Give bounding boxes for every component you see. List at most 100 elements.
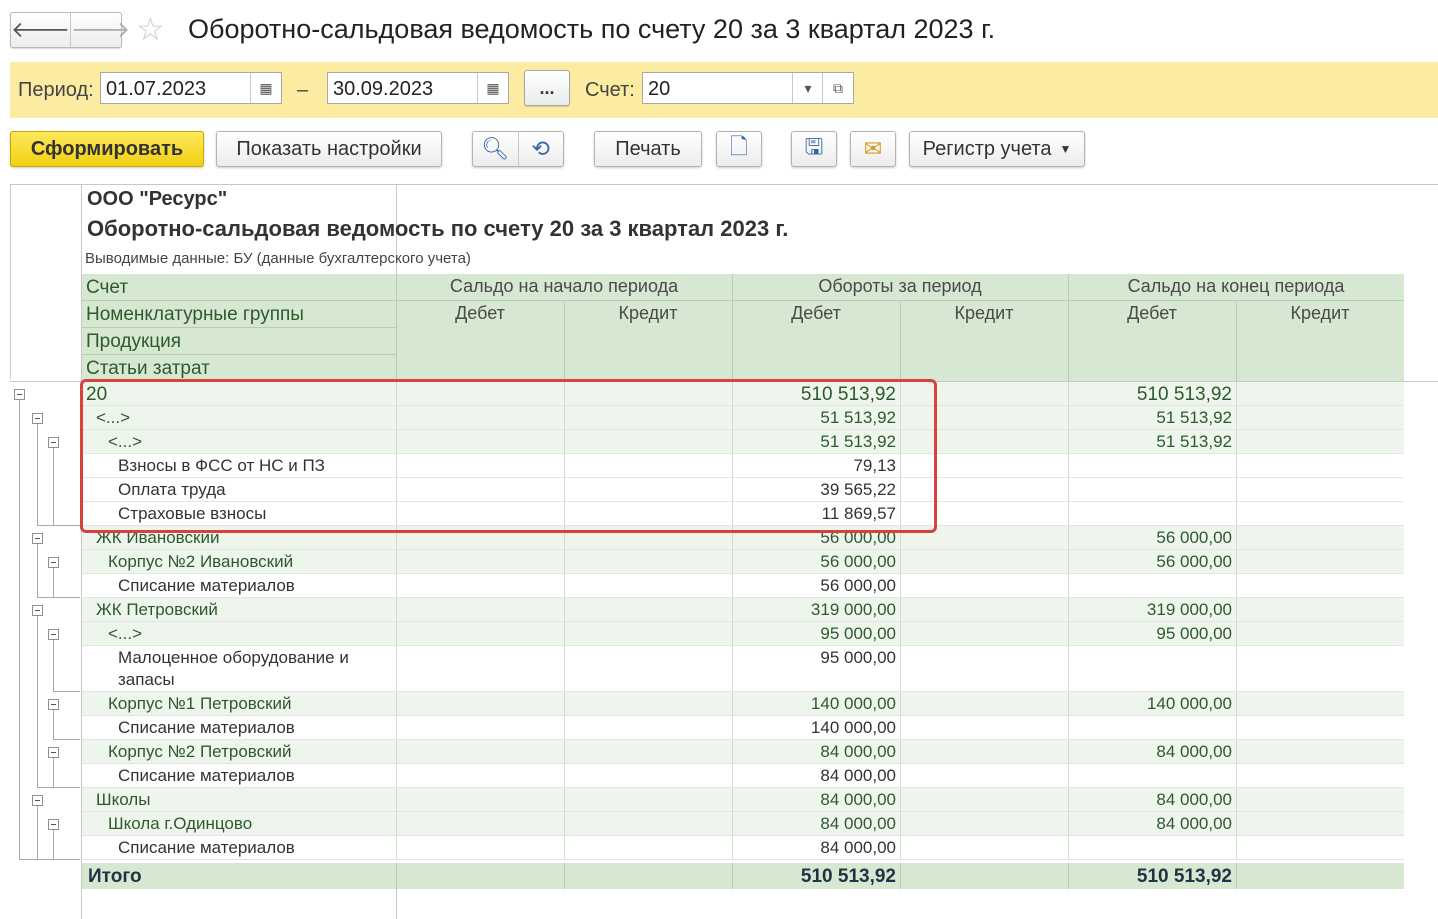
closing-debit-cell: 84 000,00 bbox=[1156, 790, 1232, 809]
collapse-toggle-icon[interactable] bbox=[48, 437, 59, 448]
collapse-toggle-icon[interactable] bbox=[14, 389, 25, 400]
table-row[interactable]: Списание материалов 84 000,00 bbox=[82, 836, 1404, 860]
header-credit: Кредит bbox=[1290, 303, 1350, 323]
table-row[interactable]: Корпус №2 Петровский 84 000,00 84 000,00 bbox=[82, 740, 1404, 764]
account-label: Счет: bbox=[585, 79, 635, 101]
table-row[interactable]: Школа г.Одинцово 84 000,00 84 000,00 bbox=[82, 812, 1404, 836]
collapse-toggle-icon[interactable] bbox=[48, 819, 59, 830]
table-row[interactable]: ЖК Петровский 319 000,00 319 000,00 bbox=[82, 598, 1404, 622]
turnover-debit-cell: 95 000,00 bbox=[820, 648, 896, 667]
date-to-value: 30.09.2023 bbox=[333, 78, 434, 100]
row-name: Списание материалов bbox=[118, 838, 295, 857]
account-field[interactable]: 20 ▾ ⧉ bbox=[642, 72, 854, 104]
table-row[interactable]: <...> 95 000,00 95 000,00 bbox=[82, 622, 1404, 646]
report-area: ООО "Ресурс" Оборотно-сальдовая ведомост… bbox=[10, 184, 1438, 919]
arrow-right-icon: 🡒 bbox=[71, 17, 130, 42]
open-icon[interactable]: ⧉ bbox=[822, 73, 853, 103]
closing-debit-cell: 510 513,92 bbox=[1136, 384, 1232, 405]
show-settings-button[interactable]: Показать настройки bbox=[216, 131, 442, 167]
turnover-debit-cell: 95 000,00 bbox=[820, 624, 896, 643]
row-name-continued: запасы bbox=[118, 670, 175, 689]
table-header: Счет Номенклатурные группы Продукция Ста… bbox=[82, 274, 1404, 381]
row-name: <...> bbox=[108, 624, 143, 643]
generate-button[interactable]: Сформировать bbox=[10, 131, 204, 167]
header-account: Счет bbox=[86, 277, 129, 298]
total-row: Итого 510 513,92 510 513,92 bbox=[82, 863, 1404, 889]
table-row[interactable]: Корпус №1 Петровский 140 000,00 140 000,00 bbox=[82, 692, 1404, 716]
collapse-toggle-icon[interactable] bbox=[32, 795, 43, 806]
favorite-star-icon[interactable]: ☆ bbox=[136, 12, 165, 46]
register-label: Регистр учета bbox=[922, 137, 1052, 160]
calendar-icon[interactable]: ▦ bbox=[250, 73, 281, 103]
search-icon[interactable]: 🔍︎ bbox=[473, 132, 518, 166]
date-from-value: 01.07.2023 bbox=[106, 78, 207, 100]
table-row[interactable]: Школы 84 000,00 84 000,00 bbox=[82, 788, 1404, 812]
row-name: Списание материалов bbox=[118, 766, 295, 785]
table-row[interactable]: Малоценное оборудование и запасы 95 000,00 bbox=[82, 646, 1404, 692]
table-row[interactable]: Корпус №2 Ивановский 56 000,00 56 000,00 bbox=[82, 550, 1404, 574]
header-product: Продукция bbox=[86, 331, 182, 352]
collapse-toggle-icon[interactable] bbox=[48, 699, 59, 710]
row-name: Корпус №1 Петровский bbox=[108, 694, 292, 713]
collapse-toggle-icon[interactable] bbox=[32, 605, 43, 616]
collapse-toggle-icon[interactable] bbox=[48, 557, 59, 568]
period-select-button[interactable]: ... bbox=[524, 70, 570, 106]
back-button[interactable]: 🡐 bbox=[11, 13, 70, 47]
turnover-debit-cell: 140 000,00 bbox=[810, 694, 896, 713]
collapse-toggle-icon[interactable] bbox=[48, 629, 59, 640]
calendar-icon[interactable]: ▦ bbox=[477, 73, 508, 103]
header-turnover: Обороты за период bbox=[818, 276, 982, 296]
date-from-field[interactable]: 01.07.2023 ▦ bbox=[100, 72, 282, 104]
save-icon[interactable]: 🖫 bbox=[791, 131, 837, 167]
header-debit: Дебет bbox=[455, 303, 505, 323]
collapse-toggle-icon[interactable] bbox=[32, 533, 43, 544]
table-row[interactable]: Списание материалов 84 000,00 bbox=[82, 764, 1404, 788]
highlight-frame bbox=[80, 379, 937, 533]
total-closing-debit: 510 513,92 bbox=[1136, 866, 1232, 887]
row-name: Списание материалов bbox=[118, 718, 295, 737]
total-label: Итого bbox=[88, 866, 142, 887]
turnover-debit-cell: 319 000,00 bbox=[810, 600, 896, 619]
header-cost-items: Статьи затрат bbox=[86, 358, 210, 379]
chevron-down-icon[interactable]: ▾ bbox=[792, 73, 823, 103]
turnover-debit-cell: 84 000,00 bbox=[820, 838, 896, 857]
email-icon[interactable]: ✉ bbox=[850, 131, 896, 167]
table-row[interactable]: Списание материалов 56 000,00 bbox=[82, 574, 1404, 598]
closing-debit-cell: 84 000,00 bbox=[1156, 742, 1232, 761]
period-label: Период: bbox=[18, 79, 94, 101]
title-bar: 🡐 🡒 ☆ Оборотно-сальдовая ведомость по сч… bbox=[0, 0, 1438, 60]
header-opening-balance: Сальдо на начало периода bbox=[449, 276, 679, 296]
row-name: ЖК Петровский bbox=[96, 600, 218, 619]
closing-debit-cell: 51 513,92 bbox=[1156, 408, 1232, 427]
header-closing-balance: Сальдо на конец периода bbox=[1127, 276, 1345, 296]
row-name: Малоценное оборудование и bbox=[118, 648, 349, 667]
header-debit: Дебет bbox=[791, 303, 841, 323]
closing-debit-cell: 84 000,00 bbox=[1156, 814, 1232, 833]
turnover-debit-cell: 84 000,00 bbox=[820, 814, 896, 833]
print-button[interactable]: Печать bbox=[594, 131, 702, 167]
arrow-left-icon: 🡐 bbox=[11, 17, 70, 42]
search-reset-icon[interactable]: ⟲ bbox=[519, 132, 564, 166]
preview-icon[interactable]: 🗋 bbox=[716, 131, 762, 167]
collapse-toggle-icon[interactable] bbox=[48, 747, 59, 758]
row-name: Корпус №2 Петровский bbox=[108, 742, 292, 761]
date-to-field[interactable]: 30.09.2023 ▦ bbox=[327, 72, 509, 104]
header-credit: Кредит bbox=[954, 303, 1014, 323]
turnover-debit-cell: 84 000,00 bbox=[820, 790, 896, 809]
collapse-toggle-icon[interactable] bbox=[32, 413, 43, 424]
page-title: Оборотно-сальдовая ведомость по счету 20… bbox=[188, 14, 996, 44]
header-credit: Кредит bbox=[618, 303, 678, 323]
closing-debit-cell: 56 000,00 bbox=[1156, 528, 1232, 547]
forward-button[interactable]: 🡒 bbox=[70, 13, 130, 47]
closing-debit-cell: 56 000,00 bbox=[1156, 552, 1232, 571]
turnover-debit-cell: 56 000,00 bbox=[820, 576, 896, 595]
register-dropdown[interactable]: Регистр учета ▼ bbox=[909, 131, 1085, 167]
table-row[interactable]: Списание материалов 140 000,00 bbox=[82, 716, 1404, 740]
period-dash: – bbox=[297, 79, 309, 101]
row-name: Корпус №2 Ивановский bbox=[108, 552, 294, 571]
turnover-debit-cell: 84 000,00 bbox=[820, 742, 896, 761]
parameters-bar: Период: 01.07.2023 ▦ – 30.09.2023 ▦ ... … bbox=[10, 62, 1438, 118]
header-debit: Дебет bbox=[1127, 303, 1177, 323]
closing-debit-cell: 95 000,00 bbox=[1156, 624, 1232, 643]
header-nomenclature: Номенклатурные группы bbox=[86, 304, 304, 325]
